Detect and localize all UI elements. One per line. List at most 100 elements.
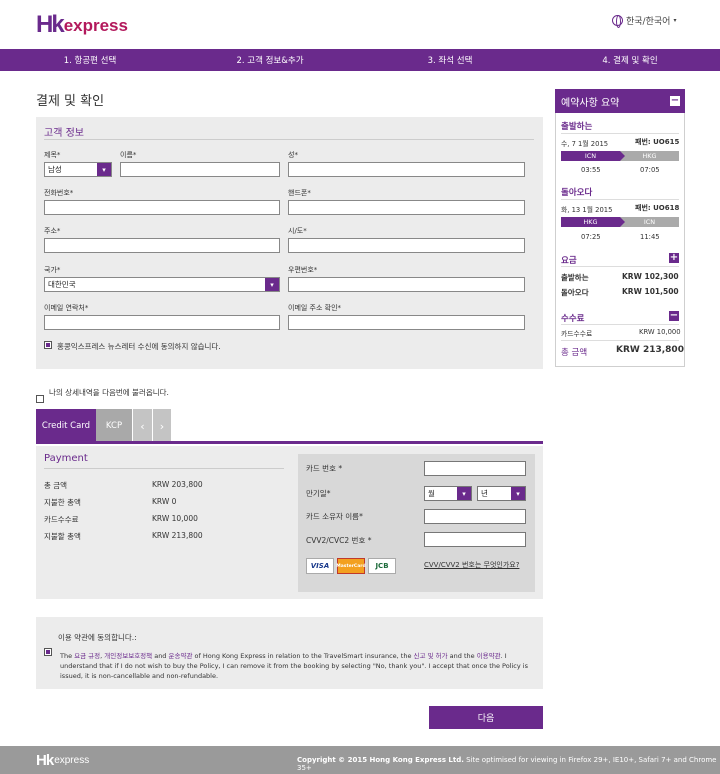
expiry-year-value: 년 [481,489,488,498]
inbound-departure-time: 07:25 [581,233,601,241]
terms-text-part: The [60,652,75,660]
save-details-checkbox[interactable] [36,395,44,403]
expiry-month-select[interactable]: 월 ▾ [424,486,472,501]
terms-text-part: of Hong Kong Express in relation to the … [192,652,414,660]
card-number-label: 카드 번호 * [306,464,343,473]
city-input[interactable] [288,238,525,253]
privacy-policy-link[interactable]: 개인정보보호정책 [104,652,152,660]
step-flight-select[interactable]: 1. 항공편 선택 [0,49,180,71]
terms-of-use-link[interactable]: 이용약관 [477,652,501,660]
last-name-label: 성* [288,151,298,159]
due-amount-value: KRW 213,800 [152,531,203,540]
copyright: Copyright © 2015 Hong Kong Express Ltd. [297,756,464,764]
tab-kcp[interactable]: KCP [96,409,132,443]
route-from: HKG [561,217,625,227]
divider [561,266,679,267]
step-payment[interactable]: 4. 결제 및 확인 [540,49,720,71]
expiry-year-select[interactable]: 년 ▾ [477,486,526,501]
title-select-value: 남성 [48,165,62,174]
step-customer-info[interactable]: 2. 고객 정보&추가 [180,49,360,71]
phone-input[interactable] [44,200,280,215]
collapse-minus-icon[interactable]: − [670,96,680,106]
country-select[interactable]: 대한민국 ▾ [44,277,280,292]
first-name-label: 이름* [120,151,137,159]
email-label: 이메일 연락처* [44,304,89,312]
card-holder-label: 카드 소유자 이름* [306,512,363,521]
footer-text: Copyright © 2015 Hong Kong Express Ltd. … [297,756,720,772]
fare-outbound-label: 출발하는 [561,273,589,282]
chevron-down-icon: ▾ [265,278,279,291]
card-fee-summary-label: 카드수수료 [561,330,593,338]
divider [44,468,284,469]
fare-inbound-value: KRW 101,500 [622,287,679,296]
language-selector[interactable]: 한국/한국어 ▾ [612,14,676,28]
footer-logo-text: express [54,755,90,766]
chevron-down-icon: ▾ [511,487,525,500]
tab-credit-card[interactable]: Credit Card [36,409,96,443]
outbound-route: ICN HKG [561,151,679,161]
hk-express-logo[interactable]: Hk express [36,11,128,38]
title-select[interactable]: 남성 ▾ [44,162,112,177]
flight-code: UO618 [653,204,680,212]
mobile-input[interactable] [288,200,525,215]
card-holder-input[interactable] [424,509,526,524]
logo-mark: Hk [36,11,65,38]
fare-outbound-value: KRW 102,300 [622,272,679,281]
card-fee-value: KRW 10,000 [152,514,198,523]
expiry-label: 만기일* [306,489,331,498]
divider [561,133,679,134]
next-button[interactable]: 다음 [429,706,543,729]
fees-label: 수수료 [561,314,585,324]
flight-prefix: 패번: [635,204,651,212]
footer-logo[interactable]: Hk express [36,752,89,769]
customer-info-title: 고객 정보 [44,128,84,139]
declarations-link[interactable]: 신고 및 허가 [414,652,448,660]
postcode-input[interactable] [288,277,525,292]
last-name-input[interactable] [288,162,525,177]
save-details-label: 나의 상세내역을 다음번에 불러옵니다. [49,388,169,397]
cvv-input[interactable] [424,532,526,547]
total-amount-label: 총 금액 [44,481,68,490]
first-name-input[interactable] [120,162,280,177]
card-fee-label: 카드수수료 [44,515,79,524]
email-confirm-input[interactable] [288,315,525,330]
terms-checkbox[interactable] [44,648,52,656]
total-amount-value: KRW 203,800 [152,480,203,489]
fare-rules-link[interactable]: 요금 규정 [74,652,100,660]
fare-inbound-label: 돌아오다 [561,288,589,297]
city-label: 시/도* [288,227,307,235]
step-seat-select[interactable]: 3. 좌석 선택 [360,49,540,71]
address-label: 주소* [44,227,61,235]
cvv-help-link[interactable]: CVV/CVV2 번호는 무엇인가요? [424,560,519,570]
expand-plus-icon[interactable]: + [669,253,679,263]
newsletter-checkbox[interactable] [44,341,52,349]
expiry-month-value: 월 [428,489,435,498]
conditions-of-carriage-link[interactable]: 운송약관 [169,652,193,660]
divider [561,199,679,200]
route-to: HKG [620,151,679,161]
paid-amount-label: 지불한 총액 [44,498,81,507]
collapse-minus-icon[interactable]: − [669,311,679,321]
booking-summary-title: 예약사항 요약 [561,97,620,109]
card-number-input[interactable] [424,461,526,476]
cvv-label: CVV2/CVC2 번호 * [306,536,372,545]
tab-next-arrow[interactable]: › [153,409,171,443]
divider [44,139,534,140]
globe-icon [612,15,623,28]
mobile-label: 핸드폰* [288,189,311,197]
title-label: 제목* [44,151,61,159]
chevron-down-icon: ▾ [457,487,471,500]
tab-prev-arrow[interactable]: ‹ [133,409,152,443]
mastercard-logo-icon: MasterCard [336,558,366,574]
footer-logo-mark: Hk [36,752,54,769]
outbound-arrival-time: 07:05 [640,166,660,174]
phone-label: 전화번호* [44,189,74,197]
inbound-arrival-time: 11:45 [640,233,660,241]
email-input[interactable] [44,315,280,330]
address-input[interactable] [44,238,280,253]
terms-agree-label: 이용 약관에 동의합니다.: [58,633,137,642]
route-to: ICN [620,217,679,227]
outbound-date: 수, 7 1월 2015 [561,140,609,148]
postcode-label: 우편번호* [288,266,318,274]
booking-summary-header[interactable]: 예약사항 요약 [555,89,685,113]
